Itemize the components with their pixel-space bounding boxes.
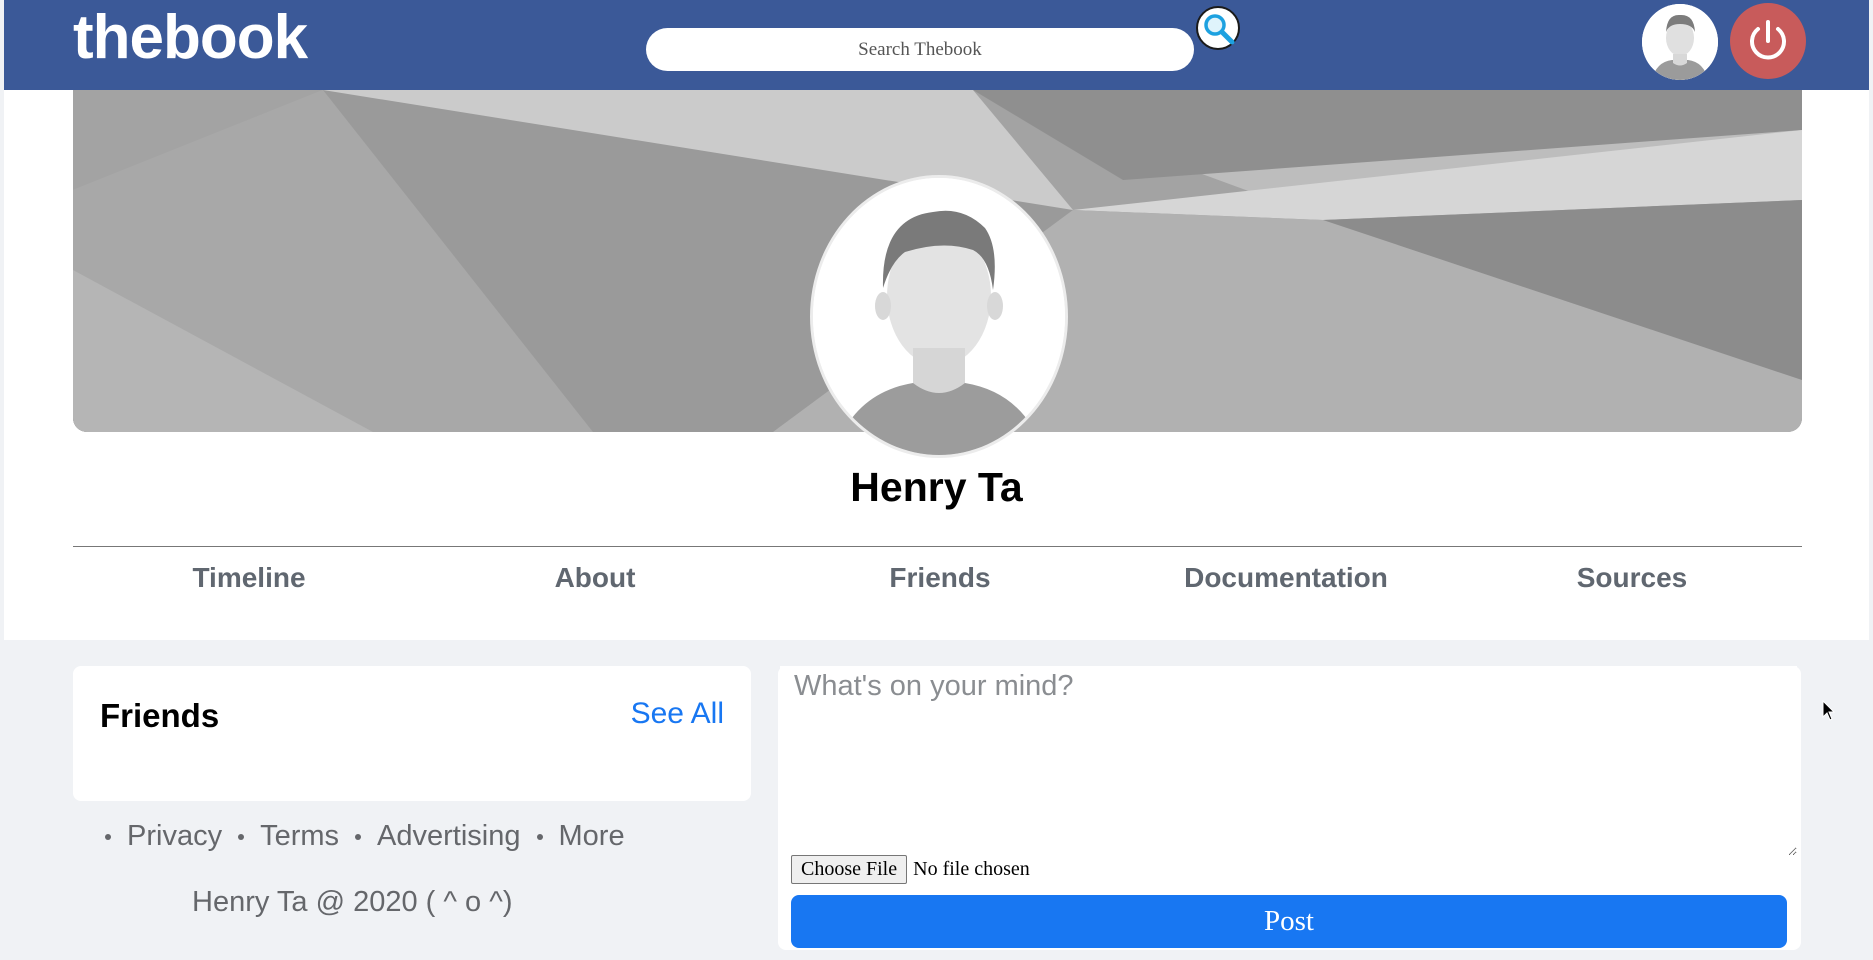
magnifier-icon <box>1204 14 1235 45</box>
profile-name: Henry Ta <box>850 464 1023 510</box>
post-textarea[interactable] <box>780 666 1797 856</box>
tab-sources[interactable]: Sources <box>1482 562 1782 594</box>
default-avatar-icon <box>813 178 1065 455</box>
post-composer: Choose File No file chosen Post <box>778 666 1801 950</box>
logout-button[interactable] <box>1730 3 1806 79</box>
footer-link-privacy[interactable]: Privacy <box>105 820 222 853</box>
bullet <box>355 833 362 840</box>
tab-timeline[interactable]: Timeline <box>99 562 399 594</box>
post-button[interactable]: Post <box>791 895 1787 948</box>
profile-picture[interactable] <box>810 175 1068 458</box>
footer-link-label: Privacy <box>127 820 223 852</box>
file-upload: Choose File No file chosen <box>791 855 1030 884</box>
search-input[interactable] <box>646 28 1194 71</box>
app-logo[interactable]: thebook <box>73 2 308 73</box>
search-button[interactable] <box>1196 6 1240 50</box>
footer-links: Privacy Terms Advertising More <box>105 820 641 853</box>
footer-link-advertising[interactable]: Advertising <box>355 820 521 853</box>
see-all-friends-link[interactable]: See All <box>631 697 724 731</box>
tab-about[interactable]: About <box>445 562 745 594</box>
default-avatar-icon <box>1642 4 1718 80</box>
friends-card: Friends See All <box>73 666 751 801</box>
user-avatar-button[interactable] <box>1642 4 1718 80</box>
top-navbar: thebook <box>4 0 1869 90</box>
mouse-cursor-icon <box>1822 700 1836 721</box>
profile-header: Henry Ta Timeline About Friends Document… <box>4 90 1869 640</box>
footer-link-terms[interactable]: Terms <box>238 820 339 853</box>
bullet <box>536 833 543 840</box>
bullet <box>105 833 111 840</box>
choose-file-button[interactable]: Choose File <box>791 855 908 884</box>
tab-friends[interactable]: Friends <box>790 562 1090 594</box>
file-status: No file chosen <box>913 858 1030 880</box>
footer-link-label: Terms <box>260 820 340 852</box>
friends-card-title: Friends <box>100 697 220 734</box>
footer-link-label: More <box>558 820 625 852</box>
footer-link-label: Advertising <box>377 820 521 852</box>
copyright-text: Henry Ta @ 2020 ( ^ o ^) <box>192 886 513 918</box>
bullet <box>238 833 245 840</box>
footer-link-more[interactable]: More <box>536 820 625 853</box>
power-icon <box>1750 20 1786 60</box>
tab-documentation[interactable]: Documentation <box>1136 562 1436 594</box>
divider <box>73 546 1802 547</box>
